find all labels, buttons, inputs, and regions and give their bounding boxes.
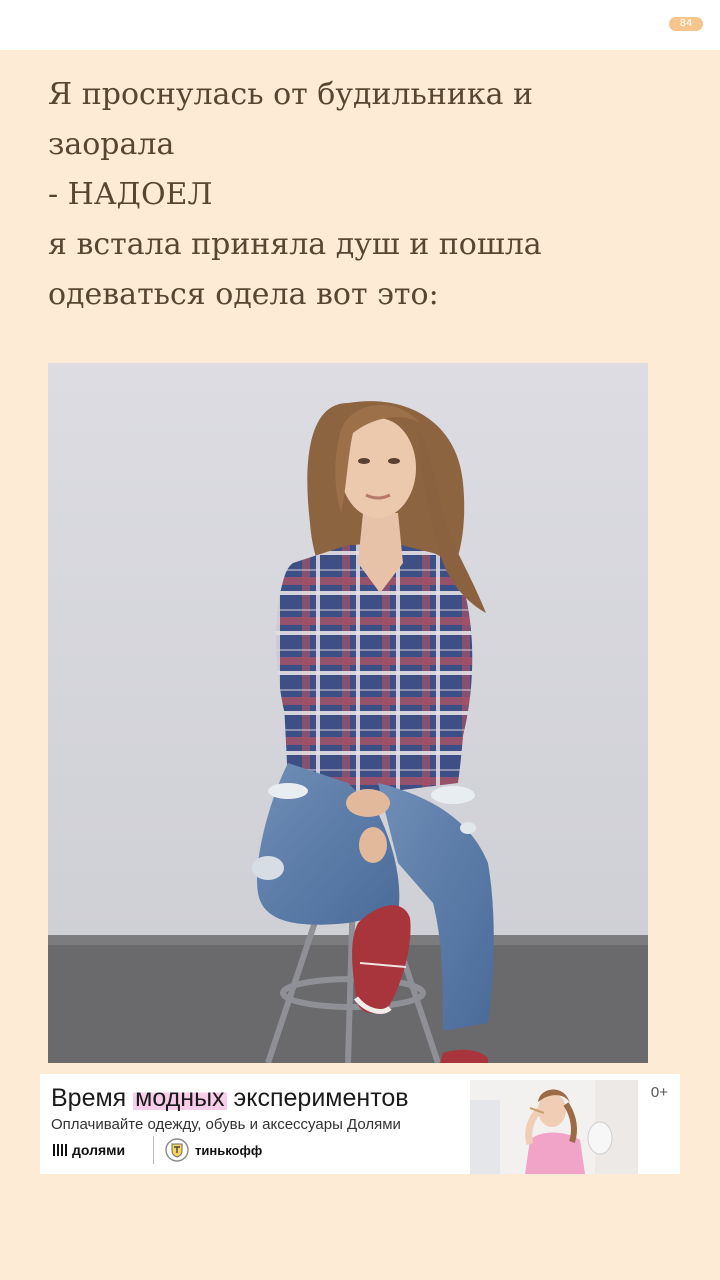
outfit-photo xyxy=(48,363,648,1063)
age-rating: 0+ xyxy=(650,1084,668,1101)
ad-headline-highlight: модных xyxy=(133,1084,227,1112)
advertisement-banner[interactable]: Время модных экспериментов Оплачивайте о… xyxy=(40,1074,680,1174)
ad-model-image xyxy=(470,1080,638,1174)
dolyami-brand-name: долями xyxy=(72,1142,126,1158)
tinkoff-shield-icon xyxy=(165,1138,189,1162)
story-line: Я проснулась от будильника и xyxy=(48,77,534,112)
dolyami-logo: долями xyxy=(53,1142,125,1158)
ad-headline-end: экспериментов xyxy=(226,1084,409,1112)
story-line: я встала приняла душ и пошла xyxy=(48,227,542,262)
page-counter-badge: 84 xyxy=(669,17,703,31)
story-text: Я проснулась от будильника и заорала - Н… xyxy=(48,70,688,320)
top-bar: 84 xyxy=(0,0,720,50)
tinkoff-brand-name: тинькофф xyxy=(195,1142,263,1158)
ad-headline: Время модных экспериментов xyxy=(51,1082,409,1114)
tinkoff-logo: тинькофф xyxy=(165,1138,262,1162)
dolyami-bars-icon xyxy=(53,1144,67,1156)
story-line: одеваться одела вот это: xyxy=(48,277,439,312)
brand-divider xyxy=(153,1136,154,1164)
ad-headline-start: Время xyxy=(51,1084,134,1112)
ad-subtitle: Оплачивайте одежду, обувь и аксессуары Д… xyxy=(51,1116,401,1133)
story-line: - НАДОЕЛ xyxy=(48,177,213,212)
story-line: заорала xyxy=(48,127,175,162)
